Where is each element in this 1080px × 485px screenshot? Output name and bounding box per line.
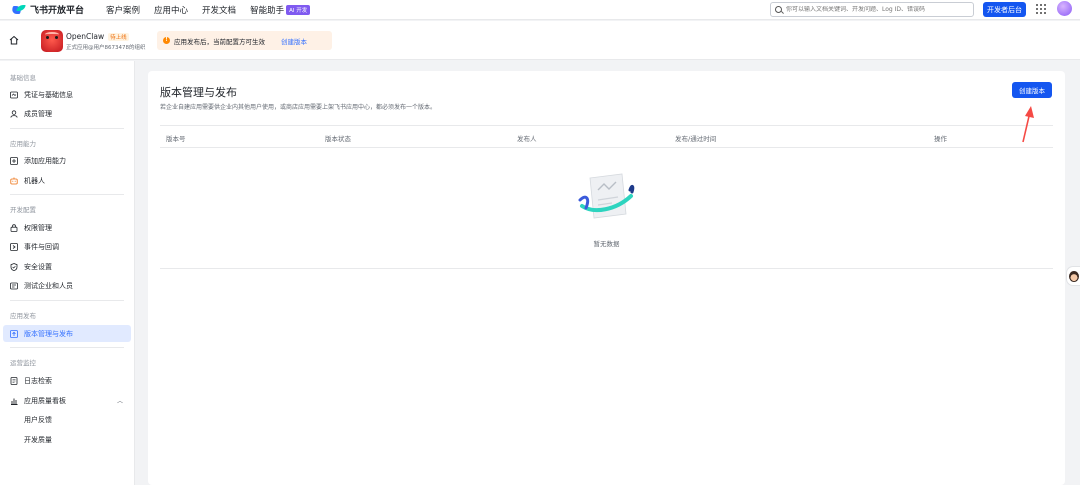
column-header-version: 版本号 — [166, 135, 186, 143]
sidebar-item-quality-dashboard[interactable]: 应用质量看板 ︿ — [3, 392, 131, 409]
app-name: OpenClaw — [66, 32, 105, 41]
bar-chart-icon — [11, 398, 18, 405]
column-header-actions: 操作 — [934, 135, 947, 143]
sidebar-item-permissions[interactable]: 权限管理 — [3, 219, 131, 236]
column-header-status: 版本状态 — [325, 135, 351, 143]
top-nav: 飞书开放平台 客户案例 应用中心 开发文档 智能助手AI 开发 开发者后台 — [0, 0, 1080, 20]
shield-icon — [10, 262, 18, 271]
home-icon[interactable] — [9, 35, 19, 45]
credential-card-icon — [10, 91, 18, 98]
brand-name: 飞书开放平台 — [30, 6, 85, 16]
sidebar-item-credentials[interactable]: 凭证与基础信息 — [3, 86, 131, 103]
sidebar-subitem-user-feedback[interactable]: 用户反馈 — [3, 411, 131, 428]
sidebar-item-label: 应用质量看板 — [24, 396, 66, 405]
sidebar-section-basic: 基础信息 — [10, 74, 36, 82]
sidebar-section-release: 应用发布 — [10, 312, 36, 320]
sidebar-item-add-capability[interactable]: 添加应用能力 — [3, 152, 131, 169]
sidebar-item-events[interactable]: 事件与回调 — [3, 238, 131, 255]
sidebar-item-label: 添加应用能力 — [24, 156, 66, 165]
apps-grid-icon[interactable] — [1036, 4, 1046, 14]
empty-state-icon — [578, 173, 635, 219]
empty-state-text: 暂无数据 — [593, 240, 620, 248]
app-subtitle: 正式应用@用户8673478的组织 — [66, 45, 146, 51]
publish-notice: ! 应用发布后，当前配置方可生效 创建版本 — [157, 31, 332, 50]
sidebar-divider — [10, 194, 124, 195]
sidebar-divider — [10, 347, 124, 348]
chevron-up-icon[interactable]: ︿ — [117, 396, 123, 405]
ai-badge: AI 开发 — [286, 4, 311, 15]
sidebar-divider — [10, 300, 124, 301]
column-header-time: 发布/通过时间 — [675, 135, 717, 143]
event-box-icon — [10, 242, 18, 251]
create-version-button[interactable]: 创建版本 — [1012, 82, 1052, 98]
nav-link-assistant-label: 智能助手 — [250, 5, 285, 16]
annotation-arrow-icon — [1022, 106, 1034, 143]
notice-text: 应用发布后，当前配置方可生效 — [174, 37, 265, 46]
sidebar-item-version-release[interactable]: 版本管理与发布 — [3, 325, 131, 342]
brand-logo[interactable]: 飞书开放平台 — [10, 3, 85, 16]
sidebar-item-label: 日志检索 — [24, 376, 52, 385]
robot-icon — [10, 177, 18, 184]
sidebar-section-capabilities: 应用能力 — [10, 140, 36, 148]
sidebar-item-members[interactable]: 成员管理 — [3, 105, 131, 122]
column-header-publisher: 发布人 — [517, 135, 537, 143]
assistant-face-icon — [1069, 271, 1079, 282]
sidebar-item-label: 开发质量 — [24, 435, 52, 444]
table-bottom-divider — [160, 268, 1053, 269]
test-box-icon — [10, 282, 18, 289]
sidebar-item-label: 版本管理与发布 — [24, 329, 73, 338]
sidebar-subitem-dev-quality[interactable]: 开发质量 — [3, 431, 131, 448]
sidebar: 基础信息 凭证与基础信息 成员管理 应用能力 添加应用能力 机器人 开发配置 权… — [0, 61, 135, 485]
sidebar-section-monitoring: 运营监控 — [10, 359, 36, 367]
log-icon — [10, 376, 18, 385]
sidebar-item-label: 成员管理 — [24, 109, 52, 118]
nav-links: 客户案例 应用中心 开发文档 智能助手 AI 开发 — [106, 4, 324, 16]
app-status-badge: 待上线 — [108, 32, 129, 41]
floating-assistant-avatar[interactable] — [1066, 266, 1080, 286]
sidebar-item-label: 测试企业和人员 — [24, 281, 73, 290]
feishu-logo-icon — [10, 4, 26, 15]
sidebar-item-label: 事件与回调 — [24, 242, 59, 251]
nav-link-assistant[interactable]: 智能助手 AI 开发 — [250, 4, 311, 16]
versions-table-header: 版本号 版本状态 发布人 发布/通过时间 操作 — [160, 125, 1053, 148]
user-avatar[interactable] — [1057, 1, 1072, 16]
developer-console-button[interactable]: 开发者后台 — [983, 2, 1026, 17]
version-management-panel: 版本管理与发布 若企业自建应用需要供企业内其他用户使用，或商店应用需要上架飞书应… — [148, 71, 1065, 485]
search-box[interactable] — [770, 2, 974, 17]
add-square-icon — [10, 156, 18, 165]
sidebar-item-label: 权限管理 — [24, 223, 52, 232]
sidebar-item-label: 机器人 — [24, 176, 45, 185]
sidebar-divider — [10, 128, 124, 129]
notice-create-version-link[interactable]: 创建版本 — [281, 36, 307, 46]
sidebar-item-label: 凭证与基础信息 — [24, 90, 73, 99]
page-description: 若企业自建应用需要供企业内其他用户使用，或商店应用需要上架飞书应用中心，都必须发… — [160, 104, 437, 111]
sidebar-item-label: 安全设置 — [24, 262, 52, 271]
sidebar-item-label: 用户反馈 — [24, 415, 52, 424]
release-icon — [10, 329, 18, 338]
sidebar-item-bot[interactable]: 机器人 — [3, 172, 131, 189]
app-avatar — [41, 30, 63, 52]
sidebar-item-test-enterprise[interactable]: 测试企业和人员 — [3, 277, 131, 294]
search-input[interactable] — [786, 6, 966, 13]
search-icon — [775, 6, 782, 13]
lock-icon — [10, 223, 18, 232]
nav-link-docs[interactable]: 开发文档 — [202, 4, 236, 16]
nav-link-app-center[interactable]: 应用中心 — [154, 4, 188, 16]
app-title: OpenClaw 待上线 — [66, 32, 129, 41]
app-header: OpenClaw 待上线 正式应用@用户8673478的组织 ! 应用发布后，当… — [0, 21, 1080, 60]
sidebar-section-dev-config: 开发配置 — [10, 206, 36, 214]
user-icon — [10, 109, 18, 118]
nav-link-cases[interactable]: 客户案例 — [106, 4, 140, 16]
page-title: 版本管理与发布 — [160, 86, 237, 99]
warning-icon: ! — [163, 37, 170, 44]
sidebar-item-security[interactable]: 安全设置 — [3, 258, 131, 275]
sidebar-item-log-search[interactable]: 日志检索 — [3, 372, 131, 389]
